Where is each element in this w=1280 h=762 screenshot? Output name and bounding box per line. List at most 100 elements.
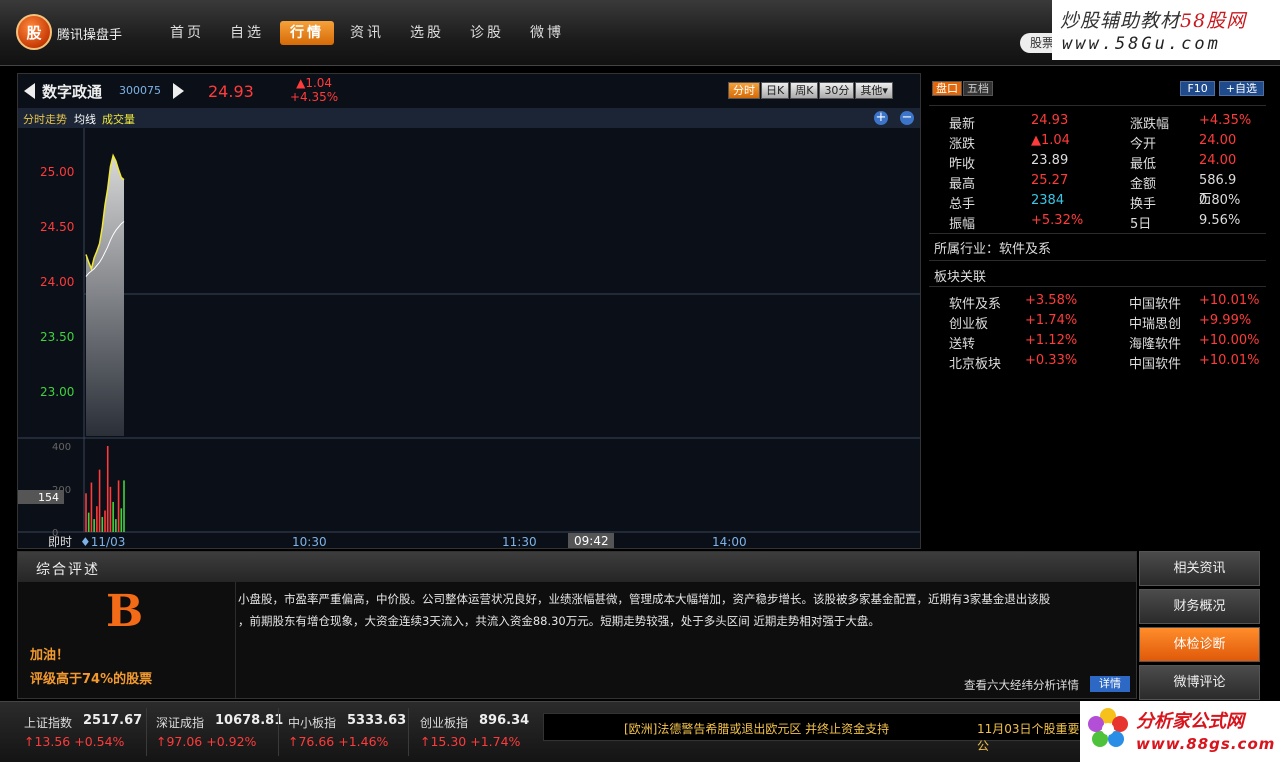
price-tick-label: 23.00 (40, 385, 74, 399)
grade-description: 评级高于74%的股票 (30, 672, 153, 687)
index-value: 896.34 (479, 713, 530, 728)
sector-row[interactable]: 北京板块 +0.33% 中国软件 +10.01% (949, 352, 1259, 372)
tab-quote-summary[interactable]: 盘口 (932, 81, 962, 96)
stock-name: 中国软件 (1129, 357, 1182, 372)
sector-row[interactable]: 送转 +1.12% 海隆软件 +10.00% (949, 332, 1259, 352)
stock-price: 24.93 (208, 82, 254, 101)
tab-other[interactable]: 其他▾ (855, 82, 893, 99)
next-stock-icon[interactable] (173, 83, 184, 99)
chart-legend-bar: 分时走势 均线 成交量 + − (18, 108, 920, 128)
watermark-58gu: 炒股辅助教材58股网 www.58Gu.com (1052, 0, 1280, 60)
legend-avg: 均线 (74, 113, 96, 126)
divider (929, 286, 1266, 287)
quote-row: 涨跌 ▲1.04 今开 24.00 (949, 131, 1249, 152)
quote-row: 昨收 23.89 最低 24.00 (949, 151, 1249, 172)
price-tick-label: 25.00 (40, 165, 74, 179)
price-tick-label: 24.50 (40, 220, 74, 234)
weibo-comments-button[interactable]: 微博评论 (1139, 665, 1260, 700)
cursor-time-label: 09:42 (574, 534, 609, 548)
zoom-out-icon[interactable]: − (900, 111, 914, 125)
quote-value: 24.00 (1199, 153, 1237, 168)
financial-overview-button[interactable]: 财务概况 (1139, 589, 1260, 624)
main-nav: 首页 自选 行情 资讯 选股 诊股 微博 (160, 21, 574, 45)
quote-row: 振幅 +5.32% 5日 9.56% (949, 211, 1249, 232)
quote-value: 23.89 (1031, 153, 1069, 168)
grade-cheer: 加油！ (30, 648, 70, 663)
f10-button[interactable]: F10 (1180, 81, 1215, 96)
quote-label: 最高 (949, 177, 976, 192)
app-title: 腾讯操盘手 (57, 28, 123, 43)
quote-actions: F10 +自选 (1180, 81, 1264, 96)
watermark-line2: www.88gs.com (1136, 735, 1276, 753)
nav-market[interactable]: 行情 (280, 21, 334, 45)
index-name: 上证指数 (24, 716, 73, 730)
nav-weibo[interactable]: 微博 (520, 21, 574, 45)
index-change: ↑15.30 +1.74% (420, 734, 521, 749)
stock-change: +9.99% (1199, 313, 1252, 328)
nav-diagnosis[interactable]: 诊股 (460, 21, 514, 45)
stock-name: 数字政通 (42, 83, 103, 101)
quote-value: 0.80% (1199, 193, 1241, 208)
tab-daily-k[interactable]: 日K (761, 82, 790, 99)
health-check-button[interactable]: 体检诊断 (1139, 627, 1260, 662)
stock-code: 300075 (119, 84, 161, 97)
watermark-88gs: 分析家公式网 www.88gs.com (1080, 701, 1280, 762)
nav-screener[interactable]: 选股 (400, 21, 454, 45)
quote-label: 5日 (1130, 217, 1152, 232)
quote-value: +5.32% (1031, 213, 1084, 228)
sector-row[interactable]: 软件及系 +3.58% 中国软件 +10.01% (949, 292, 1259, 312)
review-line-2: ，前期股东有增仓现象，大资金连续3天流入，共流入资金88.30万元。短期走势较强… (238, 614, 880, 628)
review-text: 小盘股，市盈率严重偏高，中价股。公司整体运营状况良好，业绩涨幅甚微，管理成本大幅… (238, 588, 1118, 632)
stock-header: 数字政通 300075 24.93 ▲1.04 +4.35% 分时 日K 周K … (18, 74, 920, 108)
sector-change: +0.33% (1025, 353, 1078, 368)
price-tick-label: 24.00 (40, 275, 74, 289)
index-change: ↑13.56 +0.54% (24, 734, 125, 749)
news-ticker[interactable]: [欧洲]法德警告希腊或退出欧元区 并终止资金支持 11月03日个股重要公 (543, 713, 1083, 753)
tab-five-level[interactable]: 五档 (963, 81, 993, 96)
legend-price: 分时走势 (23, 113, 67, 126)
detail-button[interactable]: 详情 (1090, 676, 1130, 692)
news-item[interactable]: 11月03日个股重要公 (977, 720, 1082, 754)
time-label: ♦11/03 (80, 535, 125, 548)
quote-label: 总手 (949, 197, 976, 212)
tab-30min[interactable]: 30分 (819, 82, 855, 99)
intraday-chart-panel: 数字政通 300075 24.93 ▲1.04 +4.35% 分时 日K 周K … (17, 73, 921, 549)
quote-tabs: 盘口 五档 (932, 81, 994, 96)
quote-value: 2384 (1031, 193, 1065, 208)
index-name: 深证成指 (156, 716, 205, 730)
chart-background (18, 128, 920, 548)
prev-stock-icon[interactable] (24, 83, 35, 99)
time-label: 10:30 (292, 535, 327, 548)
time-label: 11:30 (502, 535, 537, 548)
tab-weekly-k[interactable]: 周K (790, 82, 819, 99)
quote-value: 24.00 (1199, 133, 1237, 148)
sector-row[interactable]: 创业板 +1.74% 中瑞思创 +9.99% (949, 312, 1252, 332)
watermark-line1: 分析家公式网 (1136, 711, 1244, 732)
review-line-1: 小盘股，市盈率严重偏高，中价股。公司整体运营状况良好，业绩涨幅甚微，管理成本大幅… (238, 592, 1051, 606)
legend-volume: 成交量 (102, 113, 135, 126)
quote-label: 换手 (1130, 197, 1157, 212)
sector-title: 板块关联 (934, 270, 987, 285)
stock-change: +10.00% (1199, 333, 1260, 348)
add-watchlist-button[interactable]: +自选 (1218, 81, 1264, 96)
quote-panel: 盘口 五档 F10 +自选 最新 24.93 涨跌幅 +4.35% 涨跌 ▲1.04 今开 2… (929, 79, 1266, 549)
zoom-in-icon[interactable]: + (874, 111, 888, 125)
index-value: 2517.67 (83, 713, 143, 728)
quote-value: +4.35% (1199, 113, 1252, 128)
stock-change: +10.01% (1199, 293, 1260, 308)
news-item[interactable]: [欧洲]法德警告希腊或退出欧元区 并终止资金支持 (624, 720, 889, 737)
flower-logo-icon (1088, 708, 1128, 747)
tab-intraday[interactable]: 分时 (728, 82, 760, 99)
quote-label: 昨收 (949, 157, 976, 172)
logo-text: 股 (26, 23, 42, 42)
nav-home[interactable]: 首页 (160, 21, 214, 45)
index-name: 创业板指 (420, 716, 469, 730)
nav-watchlist[interactable]: 自选 (220, 21, 274, 45)
app-logo[interactable]: 股 (16, 14, 52, 50)
nav-news[interactable]: 资讯 (340, 21, 394, 45)
stock-change: ▲1.04 +4.35% (290, 76, 338, 104)
analysis-detail-link[interactable]: 查看六大经纬分析详情 (964, 677, 1079, 693)
sector-name: 北京板块 (949, 357, 1002, 372)
related-news-button[interactable]: 相关资讯 (1139, 551, 1260, 586)
intraday-chart[interactable]: 25.0024.5024.0023.5023.004002000154即时♦11… (18, 128, 920, 548)
